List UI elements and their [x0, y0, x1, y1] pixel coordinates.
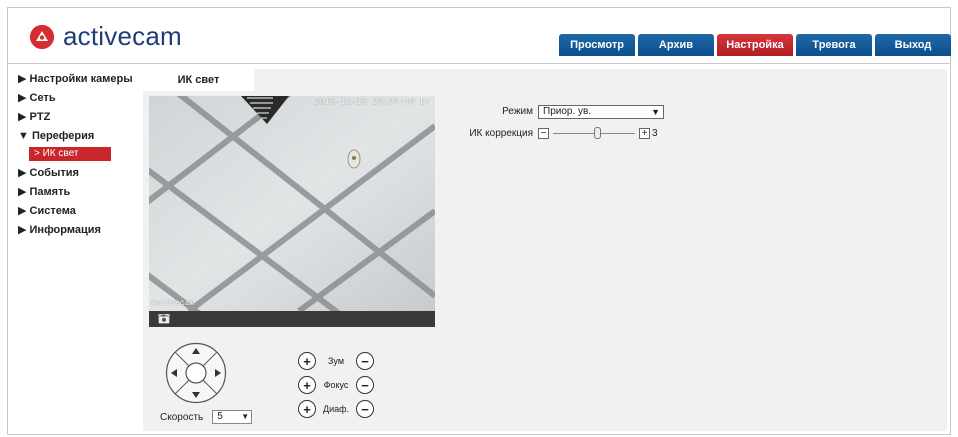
lens-controls: + Зум − + Фокус − + Диаф. −	[298, 350, 374, 422]
ir-correction-value: 3	[652, 128, 658, 139]
sidebar-item-ptz[interactable]: ▶ PTZ	[18, 108, 143, 127]
ir-correction-slider[interactable]	[553, 127, 635, 140]
osd-timestamp: 2019-12-19 20:34:40 Вт	[314, 98, 431, 107]
zoom-in-button[interactable]: +	[298, 352, 316, 370]
focus-in-button[interactable]: +	[298, 376, 316, 394]
iris-open-button[interactable]: +	[298, 400, 316, 418]
plus-icon: +	[303, 353, 311, 369]
tab-ir-light[interactable]: ИК свет	[143, 69, 254, 91]
camera-icon[interactable]	[158, 314, 170, 324]
speed-control: Скорость 5 ▼	[160, 410, 253, 424]
tab-settings[interactable]: Настройка	[717, 34, 793, 56]
sidebar-item-events[interactable]: ▶ События	[18, 164, 143, 183]
app-frame: activecam Просмотр Архив Настройка Трево…	[7, 7, 951, 435]
ir-correction-label: ИК коррекция	[469, 128, 533, 139]
sidebar-item-network[interactable]: ▶ Сеть	[18, 89, 143, 108]
chevron-down-icon: ▼	[651, 106, 660, 117]
content-panel: ИК свет 2019-12-19 20:34:40 Вт Activecam…	[143, 69, 947, 431]
logo: activecam	[30, 21, 182, 52]
tab-alarm[interactable]: Тревога	[796, 34, 872, 56]
mode-row: Режим Приор. ув. ▼	[463, 103, 664, 120]
header: activecam Просмотр Архив Настройка Трево…	[8, 8, 951, 64]
brand-name: activecam	[63, 21, 182, 51]
video-preview: 2019-12-19 20:34:40 Вт Activecam	[149, 96, 435, 311]
ir-correction-row: ИК коррекция − + 3	[463, 125, 664, 142]
speed-select[interactable]: 5 ▼	[212, 410, 253, 424]
mode-label: Режим	[502, 106, 533, 117]
mode-select[interactable]: Приор. ув. ▼	[538, 104, 664, 119]
sidebar-item-peripherals[interactable]: ▼ Переферия	[18, 127, 143, 146]
zoom-out-button[interactable]: −	[356, 352, 374, 370]
main-tabs: Просмотр Архив Настройка Тревога Выход	[559, 34, 954, 56]
ir-decrease-button[interactable]: −	[538, 128, 549, 139]
minus-icon: −	[361, 377, 369, 393]
focus-row: + Фокус −	[298, 374, 374, 396]
chevron-down-icon: ▼	[241, 412, 250, 421]
minus-icon: −	[361, 353, 369, 369]
iris-close-button[interactable]: −	[356, 400, 374, 418]
sidebar-item-camera-settings[interactable]: ▶ Настройки камеры	[18, 70, 143, 89]
focus-out-button[interactable]: −	[356, 376, 374, 394]
focus-label: Фокус	[323, 380, 349, 390]
osd-channel-name: Activecam	[151, 299, 195, 308]
iris-row: + Диаф. −	[298, 398, 374, 420]
activecam-logo-icon	[30, 24, 54, 49]
iris-label: Диаф.	[322, 404, 350, 414]
sidebar-item-information[interactable]: ▶ Информация	[18, 221, 143, 240]
ir-settings-form: Режим Приор. ув. ▼ ИК коррекция − + 3	[463, 103, 664, 147]
sidebar-item-system[interactable]: ▶ Система	[18, 202, 143, 221]
speed-label: Скорость	[160, 411, 204, 423]
plus-icon: +	[303, 377, 311, 393]
speed-value: 5	[217, 411, 223, 422]
plus-icon: +	[303, 401, 311, 417]
plus-icon: +	[641, 128, 648, 139]
minus-icon: −	[540, 128, 547, 139]
minus-icon: −	[361, 401, 369, 417]
ir-increase-button[interactable]: +	[639, 128, 650, 139]
zoom-row: + Зум −	[298, 350, 374, 372]
slider-thumb[interactable]	[594, 127, 601, 139]
sidebar: ▶ Настройки камеры ▶ Сеть ▶ PTZ ▼ Перефе…	[18, 70, 143, 240]
tab-archive[interactable]: Архив	[638, 34, 714, 56]
sidebar-subitem-ir-light[interactable]: > ИК свет	[29, 147, 111, 161]
mode-value: Приор. ув.	[543, 105, 592, 117]
video-toolbar	[149, 311, 435, 327]
ptz-joystick[interactable]	[165, 342, 227, 404]
tab-view[interactable]: Просмотр	[559, 34, 635, 56]
zoom-label: Зум	[327, 356, 345, 366]
tab-logout[interactable]: Выход	[875, 34, 951, 56]
sidebar-item-storage[interactable]: ▶ Память	[18, 183, 143, 202]
camera-feed-image	[149, 96, 435, 311]
